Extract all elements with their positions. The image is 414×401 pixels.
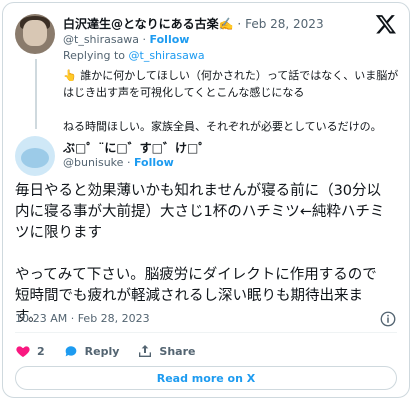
avatar-figure [21, 148, 49, 168]
x-logo-icon[interactable] [375, 13, 397, 35]
like-button[interactable]: 2 [15, 343, 45, 359]
parent-follow-button[interactable]: Follow [150, 33, 190, 46]
replying-to-link[interactable]: @t_shirasawa [129, 49, 205, 62]
parent-handle[interactable]: @t_shirasawa [63, 33, 139, 46]
main-handle[interactable]: @bunisuke [63, 156, 123, 169]
main-follow-button[interactable]: Follow [134, 156, 174, 169]
main-tweet-text: 毎日やると効果薄いかも知れませんが寝る前に（30分以 内に寝る事が大前提）大さじ… [15, 183, 385, 325]
thread-line [35, 59, 37, 129]
main-handle-row: @bunisuke · Follow [63, 156, 174, 169]
main-avatar[interactable] [15, 136, 55, 176]
reply-button[interactable]: Reply [63, 343, 120, 359]
like-count: 2 [37, 344, 45, 358]
parent-avatar[interactable] [15, 14, 55, 54]
reply-icon [65, 346, 76, 357]
parent-header: 白沢達生@となりにある古楽✍️ · Feb 28, 2023 [63, 15, 324, 32]
handle-separator: · [126, 156, 131, 169]
parent-tweet-text: 👆 誰かに何かしてほしい（何かされた）って話ではなく、いま脳が はじき出す声を可… [63, 69, 399, 133]
avatar-face [23, 20, 47, 46]
main-display-name[interactable]: ぶ□゜¨に□゛す□゛け□゜ [63, 139, 210, 156]
handle-separator: · [142, 33, 147, 46]
heart-icon [16, 346, 30, 357]
replying-to-prefix: Replying to [63, 49, 126, 62]
divider [15, 332, 397, 333]
header-separator: · [237, 17, 242, 31]
read-more-button[interactable]: Read more on X [15, 366, 397, 390]
parent-display-name[interactable]: 白沢達生@となりにある古楽✍️ [63, 17, 234, 31]
embedded-tweet-card: 白沢達生@となりにある古楽✍️ · Feb 28, 2023 @t_shiras… [2, 2, 410, 398]
share-button[interactable]: Share [137, 343, 195, 359]
reply-label: Reply [84, 344, 120, 358]
replying-to-row: Replying to @t_shirasawa [63, 49, 205, 62]
parent-date[interactable]: Feb 28, 2023 [245, 17, 324, 31]
action-bar: 2 Reply Share [15, 342, 213, 360]
parent-handle-row: @t_shirasawa · Follow [63, 33, 189, 46]
share-label: Share [159, 344, 196, 358]
info-icon[interactable] [379, 310, 397, 328]
share-icon [139, 345, 152, 357]
tweet-timestamp[interactable]: 10:23 AM · Feb 28, 2023 [15, 312, 150, 325]
